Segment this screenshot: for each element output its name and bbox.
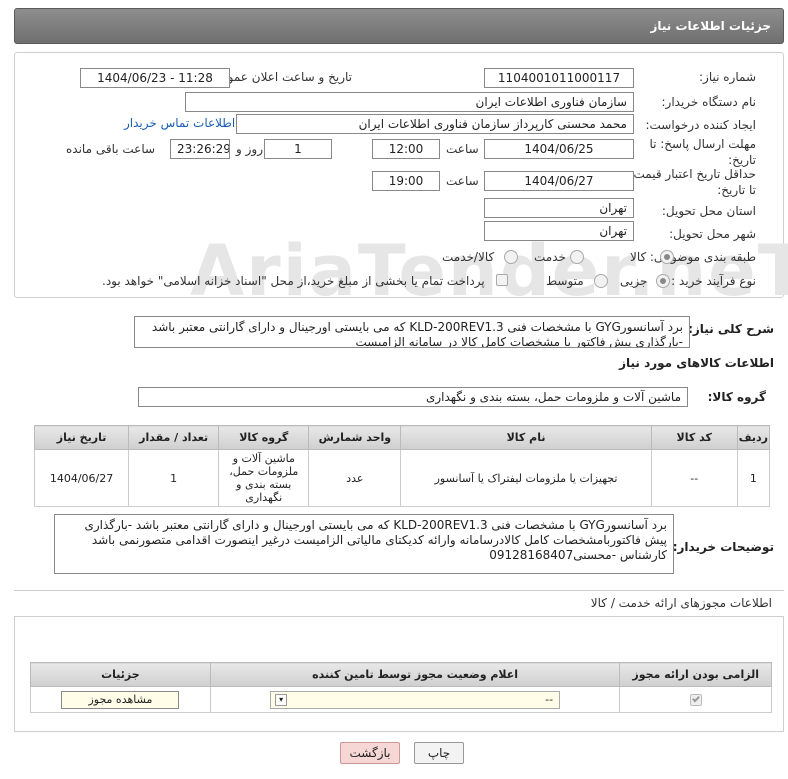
- col-date: تاریخ نیاز: [33, 425, 130, 450]
- deadline-date-field: 1404/06/25: [484, 139, 634, 159]
- cell-date: 1404/06/27: [33, 449, 130, 507]
- print-button[interactable]: چاپ: [414, 742, 464, 764]
- goods-table-header: ردیف کد کالا نام کالا واحد شمارش گروه کا…: [33, 425, 771, 450]
- days-label: روز و: [236, 142, 263, 156]
- buyer-notes-textarea[interactable]: برد آسانسورGYG با مشخصات فنی KLD-200REV1…: [54, 514, 674, 574]
- cell-code: --: [650, 449, 738, 507]
- province-label: استان محل تحویل:: [661, 204, 756, 218]
- need-number-label: شماره نیاز:: [699, 70, 756, 84]
- buyer-org-label: نام دستگاه خریدار:: [661, 95, 757, 109]
- buyer-notes-label: توضیحات خریدار:: [672, 540, 774, 554]
- col-qty: تعداد / مقدار: [128, 425, 220, 450]
- col-row: ردیف: [736, 425, 771, 450]
- table-row: -- ▾ مشاهده مجوز: [30, 686, 772, 713]
- category-radio-goods[interactable]: [660, 250, 674, 264]
- cell-unit: عدد: [308, 449, 402, 507]
- province-field: تهران: [484, 198, 634, 218]
- cell-group: ماشین آلات و ملزومات حمل، بسته بندی و نگ…: [218, 449, 310, 507]
- city-label: شهر محل تحویل:: [669, 227, 756, 241]
- col-license-details: جزئیات: [30, 662, 211, 687]
- buyer-contact-link[interactable]: اطلاعات تماس خریدار: [124, 116, 235, 130]
- divider: [14, 590, 784, 591]
- time-remaining-label: ساعت باقی مانده: [66, 142, 156, 156]
- cell-row: 1: [736, 449, 771, 507]
- col-group: گروه کالا: [218, 425, 310, 450]
- need-number-field: 1104001011000117: [484, 68, 634, 88]
- goods-group-field: ماشین آلات و ملزومات حمل، بسته بندی و نگ…: [138, 387, 688, 407]
- licenses-table: الزامی بودن ارائه مجوز اعلام وضعیت مجوز …: [30, 662, 772, 713]
- price-validity-label: حداقل تاریخ اعتبار قیمت: تا تاریخ:: [629, 167, 756, 197]
- deadline-time-label: ساعت: [446, 142, 479, 156]
- deadline-time-field: 12:00: [372, 139, 440, 159]
- licenses-section-title: اطلاعات مجوزهای ارائه خدمت / کالا: [590, 596, 772, 610]
- announce-date-field: 1404/06/23 - 11:28: [80, 68, 230, 88]
- back-button[interactable]: بازگشت: [340, 742, 400, 764]
- creator-field: محمد محسنی کارپرداز سازمان فناوری اطلاعا…: [236, 114, 634, 134]
- process-option-minor: جزیی: [620, 274, 648, 288]
- license-status-value: --: [545, 692, 554, 706]
- deadline-label: مهلت ارسال پاسخ: تا تاریخ:: [649, 137, 756, 167]
- process-radio-minor[interactable]: [656, 274, 670, 288]
- cell-license-status: -- ▾: [209, 686, 621, 713]
- process-type-label: نوع فرآیند خرید :: [671, 274, 756, 288]
- goods-group-label: گروه کالا:: [707, 390, 766, 404]
- col-unit: واحد شمارش: [308, 425, 402, 450]
- licenses-table-header: الزامی بودن ارائه مجوز اعلام وضعیت مجوز …: [30, 662, 772, 687]
- process-radio-medium[interactable]: [594, 274, 608, 288]
- creator-label: ایجاد کننده درخواست:: [645, 118, 756, 132]
- buyer-notes-text: برد آسانسورGYG با مشخصات فنی KLD-200REV1…: [84, 518, 667, 562]
- buyer-org-field: سازمان فناوری اطلاعات ایران: [185, 92, 634, 112]
- col-license-required: الزامی بودن ارائه مجوز: [619, 662, 772, 687]
- process-option-medium: متوسط: [546, 274, 584, 288]
- page-title: جزئیات اطلاعات نیاز: [650, 19, 771, 33]
- category-option-goods: کالا: [630, 250, 647, 264]
- category-radio-goods-service[interactable]: [504, 250, 518, 264]
- goods-table: ردیف کد کالا نام کالا واحد شمارش گروه کا…: [33, 425, 771, 507]
- category-radio-service[interactable]: [570, 250, 584, 264]
- cell-license-required: [619, 686, 772, 713]
- treasury-payment-note: پرداخت تمام یا بخشی از مبلغ خرید،از محل …: [102, 274, 485, 288]
- description-text: برد آسانسورGYG با مشخصات فنی KLD-200REV1…: [151, 320, 683, 348]
- category-option-goods-service: کالا/خدمت: [442, 250, 495, 264]
- treasury-payment-checkbox[interactable]: [496, 274, 508, 286]
- price-validity-time-label: ساعت: [446, 174, 479, 188]
- cell-license-details: مشاهده مجوز: [30, 686, 211, 713]
- description-textarea[interactable]: برد آسانسورGYG با مشخصات فنی KLD-200REV1…: [134, 316, 690, 348]
- col-code: کد کالا: [650, 425, 738, 450]
- license-status-select[interactable]: -- ▾: [270, 690, 561, 709]
- table-row: 1 -- تجهیزات یا ملزومات لیفتراک یا آسانس…: [33, 449, 771, 507]
- days-remaining-field: 1: [264, 139, 332, 159]
- check-icon: [691, 694, 700, 703]
- price-validity-date-field: 1404/06/27: [484, 171, 634, 191]
- category-option-service: خدمت: [534, 250, 566, 264]
- goods-section-title: اطلاعات کالاهای مورد نیاز: [619, 356, 774, 370]
- license-required-checkbox[interactable]: [689, 694, 702, 706]
- col-license-status: اعلام وضعیت مجوز توسط تامین کننده: [209, 662, 621, 687]
- price-validity-time-field: 19:00: [372, 171, 440, 191]
- chevron-down-icon: ▾: [275, 693, 288, 706]
- page-header: جزئیات اطلاعات نیاز: [14, 8, 784, 44]
- col-name: نام کالا: [400, 425, 652, 450]
- cell-qty: 1: [128, 449, 220, 507]
- city-field: تهران: [484, 221, 634, 241]
- view-license-button[interactable]: مشاهده مجوز: [61, 690, 180, 709]
- time-remaining-field: 23:26:29: [170, 139, 230, 159]
- cell-name: تجهیزات یا ملزومات لیفتراک یا آسانسور: [400, 449, 652, 507]
- description-label: شرح کلی نیاز:: [688, 322, 774, 336]
